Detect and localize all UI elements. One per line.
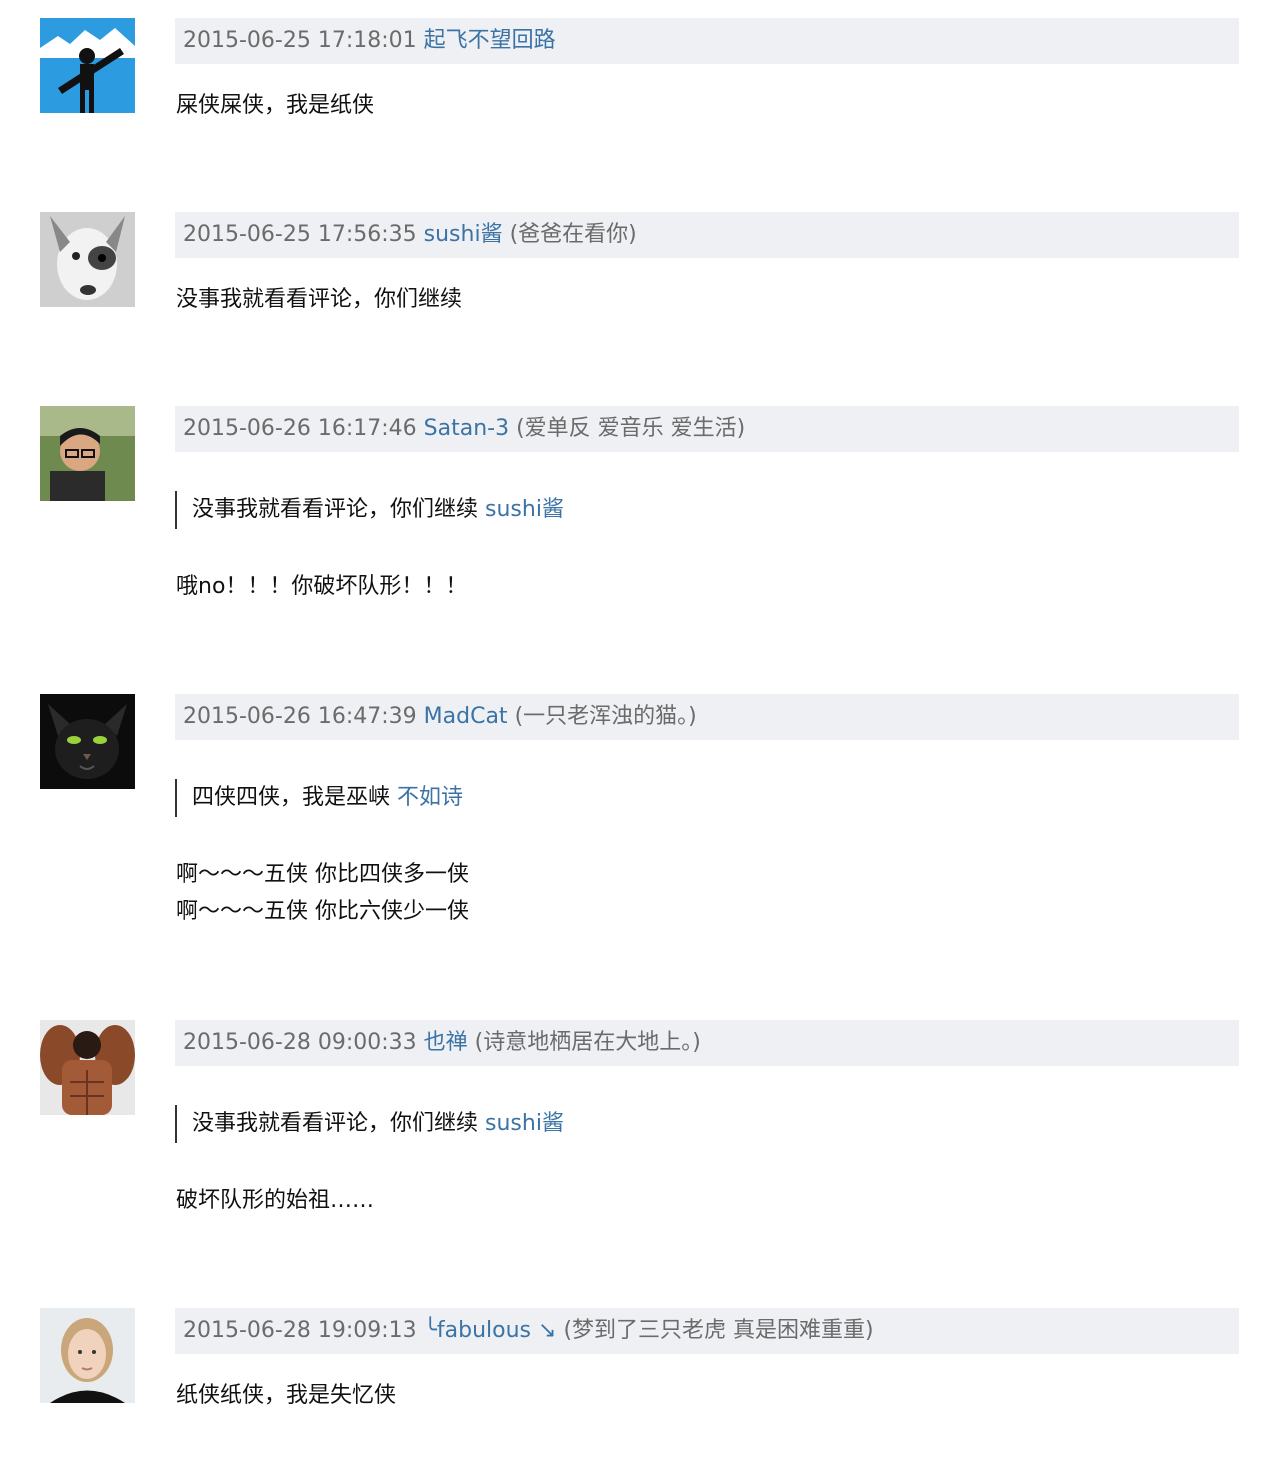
comment-text-line: 没事我就看看评论，你们继续 — [176, 287, 463, 312]
quoted-reply: 没事我就看看评论，你们继续 sushi酱 — [175, 491, 564, 529]
username-link[interactable]: 也禅 — [424, 1030, 468, 1055]
username-link[interactable]: MadCat — [424, 704, 508, 729]
comment-text-line: 纸侠纸侠，我是失忆侠 — [176, 1383, 397, 1408]
cat-avatar[interactable] — [40, 694, 135, 789]
comment-body: 破坏队形的始祖…… — [176, 1182, 374, 1219]
comment-text-line: 破坏队形的始祖…… — [176, 1188, 375, 1213]
man-glasses-avatar[interactable] — [40, 406, 135, 501]
muscle-avatar[interactable] — [40, 1020, 135, 1115]
quoted-username-link[interactable]: 不如诗 — [397, 785, 463, 810]
quoted-username-link[interactable]: sushi酱 — [485, 1111, 564, 1136]
quoted-text: 四侠四侠，我是巫峡 — [192, 785, 391, 810]
username-link[interactable]: 起飞不望回路 — [424, 28, 556, 53]
comment-header: 2015-06-28 19:09:13 ╰fabulous ↘ (梦到了三只老虎… — [175, 1308, 1239, 1354]
quoted-reply: 没事我就看看评论，你们继续 sushi酱 — [175, 1105, 564, 1143]
comment-time: 2015-06-28 19:09:13 — [183, 1318, 417, 1343]
comment-header: 2015-06-26 16:17:46 Satan-3 (爱单反 爱音乐 爱生活… — [175, 406, 1239, 452]
comment-text-line: 屎侠屎侠，我是纸侠 — [176, 93, 375, 118]
user-signature: (爸爸在看你) — [509, 222, 637, 247]
user-signature: (诗意地栖居在大地上。) — [474, 1030, 701, 1055]
comment-header: 2015-06-25 17:56:35 sushi酱 (爸爸在看你) — [175, 212, 1239, 258]
comment-header: 2015-06-28 09:00:33 也禅 (诗意地栖居在大地上。) — [175, 1020, 1239, 1066]
comment-text-line: 哦no！！！你破坏队形！！！ — [176, 574, 468, 599]
comment-body: 屎侠屎侠，我是纸侠 — [176, 87, 374, 124]
comment-body: 啊～～～五侠 你比四侠多一侠 啊～～～五侠 你比六侠少一侠 — [176, 856, 469, 930]
user-signature: (一只老浑浊的猫。) — [514, 704, 697, 729]
username-link[interactable]: ╰fabulous ↘ — [424, 1318, 557, 1343]
guitar-silhouette-avatar[interactable] — [40, 18, 135, 113]
quoted-reply: 四侠四侠，我是巫峡 不如诗 — [175, 779, 463, 817]
woman-portrait-avatar[interactable] — [40, 1308, 135, 1403]
quoted-username-link[interactable]: sushi酱 — [485, 497, 564, 522]
comment-time: 2015-06-26 16:47:39 — [183, 704, 417, 729]
comment-header: 2015-06-25 17:18:01 起飞不望回路 — [175, 18, 1239, 64]
comment-body: 哦no！！！你破坏队形！！！ — [176, 568, 467, 605]
dog-avatar[interactable] — [40, 212, 135, 307]
comment-header: 2015-06-26 16:47:39 MadCat (一只老浑浊的猫。) — [175, 694, 1239, 740]
comment-body: 没事我就看看评论，你们继续 — [176, 281, 462, 318]
comment-time: 2015-06-25 17:18:01 — [183, 28, 417, 53]
comment-list: 2015-06-25 17:18:01 起飞不望回路 屎侠屎侠，我是纸侠 201… — [0, 0, 1280, 1484]
username-link[interactable]: Satan-3 — [424, 416, 509, 441]
comment-text-line: 啊～～～五侠 你比四侠多一侠 — [176, 862, 469, 887]
user-signature: (爱单反 爱音乐 爱生活) — [516, 416, 746, 441]
comment-text-line: 啊～～～五侠 你比六侠少一侠 — [176, 899, 469, 924]
user-signature: (梦到了三只老虎 真是困难重重) — [563, 1318, 874, 1343]
quoted-text: 没事我就看看评论，你们继续 — [192, 1111, 479, 1136]
comment-body: 纸侠纸侠，我是失忆侠 — [176, 1377, 396, 1414]
username-link[interactable]: sushi酱 — [424, 222, 503, 247]
comment-time: 2015-06-28 09:00:33 — [183, 1030, 417, 1055]
comment-time: 2015-06-26 16:17:46 — [183, 416, 417, 441]
quoted-text: 没事我就看看评论，你们继续 — [192, 497, 479, 522]
comment-time: 2015-06-25 17:56:35 — [183, 222, 417, 247]
